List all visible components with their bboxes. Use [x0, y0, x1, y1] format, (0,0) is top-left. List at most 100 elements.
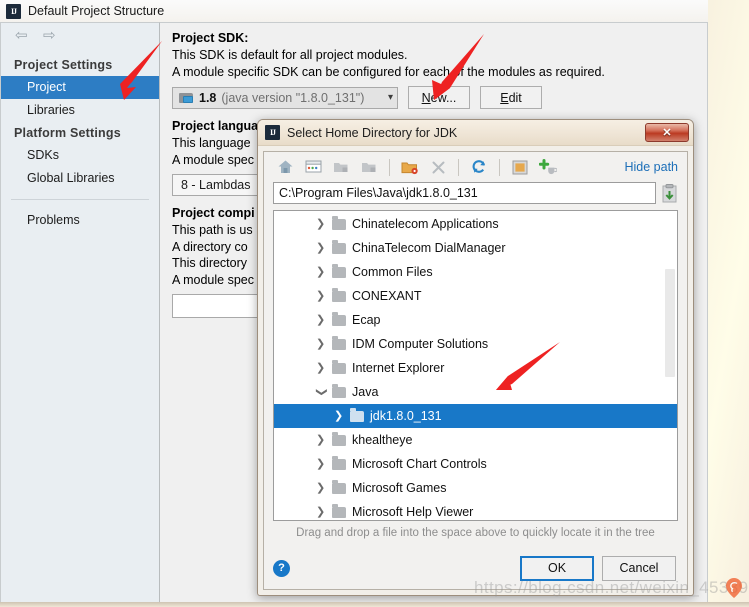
close-icon[interactable]: ✕: [645, 123, 689, 142]
tree-row-label: Microsoft Chart Controls: [352, 457, 487, 471]
tree-row-label: khealtheye: [352, 433, 413, 447]
delete-icon[interactable]: [426, 156, 450, 178]
window-title: Default Project Structure: [28, 4, 165, 18]
new-sdk-button[interactable]: New...: [408, 86, 470, 109]
directory-tree-panel[interactable]: ❯ Chinatelecom Applications ❯ ChinaTelecom…: [273, 210, 678, 521]
back-arrow-icon[interactable]: ⇦: [15, 28, 31, 43]
directory-tree: ❯ Chinatelecom Applications ❯ ChinaTelecom…: [274, 211, 677, 520]
new-folder-icon[interactable]: [398, 156, 422, 178]
folder-icon: [332, 360, 346, 374]
window-titlebar: Default Project Structure: [0, 0, 708, 22]
tree-scrollbar[interactable]: [665, 269, 675, 377]
forward-arrow-icon[interactable]: ⇨: [43, 28, 59, 43]
project-sdk-section: Project SDK: This SDK is default for all…: [172, 31, 695, 109]
desktop-icon[interactable]: [301, 156, 325, 178]
folder-icon: [350, 408, 364, 422]
help-icon[interactable]: ?: [273, 559, 290, 577]
chevron-down-icon[interactable]: ▾: [388, 92, 393, 103]
toolbar-divider: [499, 158, 500, 176]
refresh-folder-icon[interactable]: [357, 156, 381, 178]
sidebar-item-sdks[interactable]: SDKs: [1, 144, 159, 167]
intellij-idea-logo-icon: [265, 125, 280, 140]
tree-row[interactable]: ❯ Internet Explorer: [274, 356, 677, 380]
folder-icon: [332, 216, 346, 230]
tree-row-java[interactable]: ❯ Java: [274, 380, 677, 404]
chevron-right-icon[interactable]: ❯: [316, 434, 326, 446]
folder-icon: [332, 456, 346, 470]
tree-row[interactable]: ❯ Microsoft Chart Controls: [274, 452, 677, 476]
taskbar-strip: [0, 602, 749, 607]
folder-icon: [332, 384, 346, 398]
tree-row-label: jdk1.8.0_131: [370, 409, 442, 423]
tree-row[interactable]: ❯ Ecap: [274, 308, 677, 332]
sidebar-group-platform-settings: Platform Settings: [14, 126, 121, 140]
sidebar-item-libraries[interactable]: Libraries: [1, 99, 159, 122]
hide-path-link[interactable]: Hide path: [624, 160, 678, 174]
chevron-right-icon[interactable]: ❯: [316, 482, 326, 494]
drag-drop-hint: Drag and drop a file into the space abov…: [296, 527, 655, 539]
tree-row[interactable]: ❯ Common Files: [274, 260, 677, 284]
tree-row-label: ChinaTelecom DialManager: [352, 241, 506, 255]
tree-row-label: Chinatelecom Applications: [352, 217, 499, 231]
chevron-right-icon[interactable]: ❯: [316, 338, 326, 350]
chevron-down-icon[interactable]: ❯: [316, 387, 328, 397]
project-sdk-controls: 1.8 (java version "1.8.0_131") ▾ New... …: [172, 86, 695, 109]
tree-row-label: CONEXANT: [352, 289, 422, 303]
sidebar-divider: [11, 199, 149, 200]
home-icon[interactable]: [273, 156, 297, 178]
tree-row[interactable]: ❯ Microsoft Games: [274, 476, 677, 500]
intellij-idea-logo-icon: [6, 3, 21, 19]
sidebar-group-project-settings: Project Settings: [14, 58, 113, 72]
dialog-footer: ? OK Cancel: [264, 547, 687, 589]
toolbar-divider: [458, 158, 459, 176]
settings-sidebar: ⇦ ⇨ Project Settings Project Libraries P…: [0, 22, 160, 607]
chevron-right-icon[interactable]: ❯: [316, 314, 326, 326]
tree-row-jdk-selected[interactable]: ❯ jdk1.8.0_131: [274, 404, 677, 428]
chevron-right-icon[interactable]: ❯: [316, 290, 326, 302]
sidebar-item-project[interactable]: Project: [1, 76, 159, 99]
new-sdk-button-label-rest: ew...: [430, 90, 457, 105]
folder-icon: [332, 264, 346, 278]
paste-path-icon[interactable]: [661, 183, 678, 203]
chevron-right-icon[interactable]: ❯: [334, 410, 344, 422]
sidebar-navigation: ⇦ ⇨: [1, 23, 159, 49]
tree-row-label: Microsoft Games: [352, 481, 447, 495]
dialog-buttons: OK Cancel: [520, 555, 676, 581]
project-sdk-combobox[interactable]: 1.8 (java version "1.8.0_131") ▾: [172, 86, 398, 109]
chevron-right-icon[interactable]: ❯: [316, 458, 326, 470]
tree-row[interactable]: ❯ khealtheye: [274, 428, 677, 452]
tree-row-label: Common Files: [352, 265, 433, 279]
path-row: C:\Program Files\Java\jdk1.8.0_131: [264, 182, 687, 210]
dialog-title: Select Home Directory for JDK: [287, 125, 458, 140]
tree-row[interactable]: ❯ Chinatelecom Applications: [274, 212, 677, 236]
edit-sdk-button-label-rest: dit: [508, 90, 522, 105]
tree-row[interactable]: ❯ IDM Computer Solutions: [274, 332, 677, 356]
tree-row-label: Ecap: [352, 313, 381, 327]
dialog-titlebar: Select Home Directory for JDK ✕: [258, 120, 693, 146]
tree-row-label: IDM Computer Solutions: [352, 337, 489, 351]
tree-row[interactable]: ❯ ChinaTelecom DialManager: [274, 236, 677, 260]
chevron-right-icon[interactable]: ❯: [316, 266, 326, 278]
file-chooser-toolbar: Hide path: [264, 152, 687, 182]
sidebar-item-problems[interactable]: Problems: [1, 209, 159, 232]
add-jdk-icon[interactable]: [536, 156, 560, 178]
folder-icon: [332, 288, 346, 302]
project-language-level-value: 8 - Lambdas: [181, 178, 251, 192]
tree-row[interactable]: ❯ CONEXANT: [274, 284, 677, 308]
chevron-right-icon[interactable]: ❯: [316, 506, 326, 518]
chevron-right-icon[interactable]: ❯: [316, 362, 326, 374]
path-input[interactable]: C:\Program Files\Java\jdk1.8.0_131: [273, 182, 656, 204]
ok-button[interactable]: OK: [520, 555, 594, 581]
synchronize-icon[interactable]: [467, 156, 491, 178]
up-folder-icon[interactable]: [329, 156, 353, 178]
chevron-right-icon[interactable]: ❯: [316, 218, 326, 230]
chevron-right-icon[interactable]: ❯: [316, 242, 326, 254]
sidebar-item-global-libraries[interactable]: Global Libraries: [1, 167, 159, 190]
sidebar-list: Project Settings Project Libraries Platf…: [1, 49, 159, 232]
show-hidden-icon[interactable]: [508, 156, 532, 178]
edit-sdk-button[interactable]: Edit: [480, 86, 542, 109]
toolbar-divider: [389, 158, 390, 176]
tree-row[interactable]: ❯ Microsoft Help Viewer: [274, 500, 677, 520]
cancel-button[interactable]: Cancel: [602, 555, 676, 581]
project-sdk-desc-1: This SDK is default for all project modu…: [172, 48, 408, 62]
